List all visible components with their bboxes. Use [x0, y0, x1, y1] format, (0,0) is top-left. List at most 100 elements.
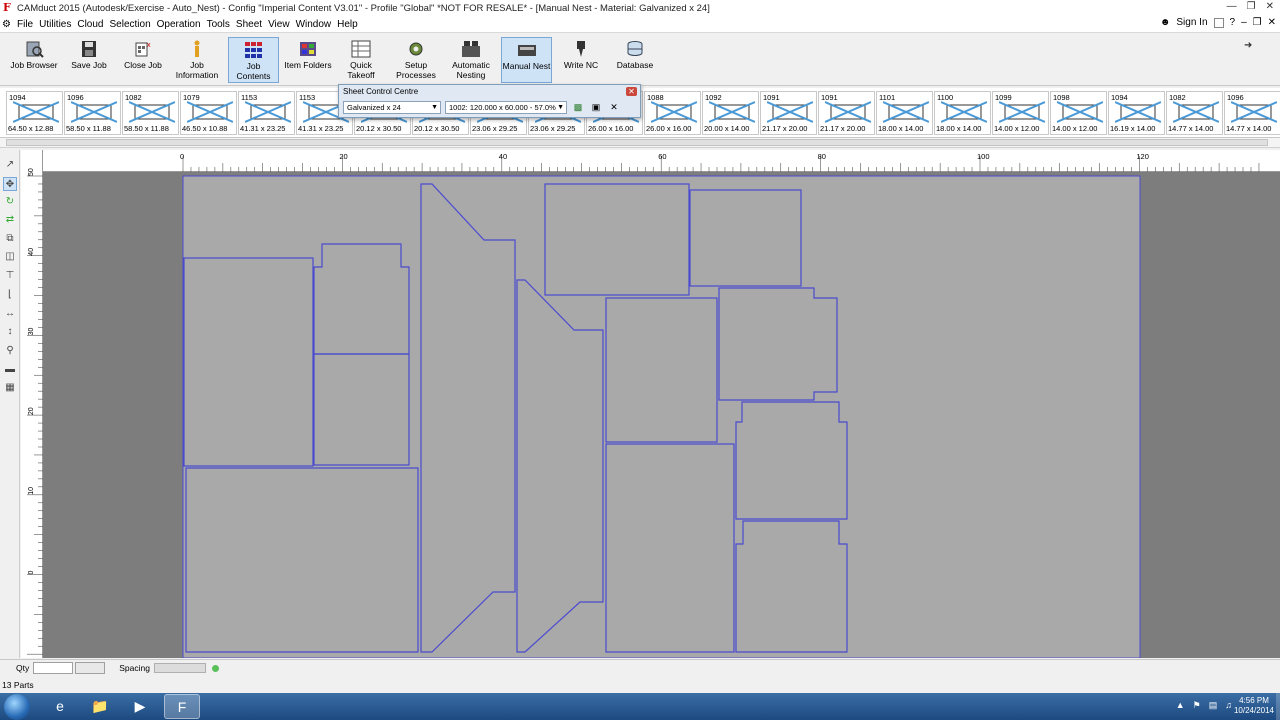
- media-player-icon[interactable]: ▶: [122, 694, 158, 719]
- part-thumbnail[interactable]: 1099 14.00 x 12.00: [992, 91, 1049, 135]
- horizontal-move-icon[interactable]: ↔: [3, 307, 17, 321]
- menu-selection[interactable]: Selection: [107, 19, 154, 30]
- mdi-restore-icon[interactable]: ❐: [1253, 17, 1262, 28]
- automatic-nesting-button[interactable]: Automatic Nesting: [446, 37, 496, 83]
- menu-cloud[interactable]: Cloud: [74, 19, 106, 30]
- job-contents-button[interactable]: Job Contents: [228, 37, 279, 83]
- part-thumbnail[interactable]: 1088 26.00 x 16.00: [644, 91, 701, 135]
- save-job-button[interactable]: Save Job: [66, 37, 112, 83]
- help-icon[interactable]: ?: [1230, 17, 1236, 28]
- explorer-icon[interactable]: 📁: [82, 694, 118, 719]
- job-browser-button[interactable]: Job Browser: [6, 37, 62, 83]
- write-nc-icon: [577, 41, 585, 57]
- part-thumbnail[interactable]: 1091 21.17 x 20.00: [760, 91, 817, 135]
- part-thumbnail[interactable]: 1091 21.17 x 20.00: [818, 91, 875, 135]
- vertical-move-icon[interactable]: ↕: [3, 325, 17, 339]
- start-button[interactable]: [4, 694, 30, 720]
- flag-icon[interactable]: ⚑: [1193, 700, 1201, 711]
- minimize-icon[interactable]: —: [1227, 1, 1237, 12]
- part-thumbnail[interactable]: 1082 14.77 x 14.00: [1166, 91, 1223, 135]
- menu-tools[interactable]: Tools: [204, 19, 233, 30]
- setup-processes-button[interactable]: Setup Processes: [392, 37, 440, 83]
- menu-help[interactable]: Help: [334, 19, 361, 30]
- chevron-down-icon: ▼: [431, 104, 438, 111]
- part-thumbnail[interactable]: 1096 58.50 x 11.88: [64, 91, 121, 135]
- menu-sheet[interactable]: Sheet: [233, 19, 265, 30]
- part-preview: [709, 101, 755, 123]
- system-menu-icon[interactable]: ⚙: [2, 19, 14, 30]
- scrollbar-thumb[interactable]: [6, 139, 1268, 146]
- part-thumbnail[interactable]: 1092 20.00 x 14.00: [702, 91, 759, 135]
- mdi-close-icon[interactable]: ✕: [1268, 17, 1276, 28]
- nest-canvas[interactable]: [43, 172, 1280, 658]
- part-thumbnail[interactable]: 1094 16.19 x 14.00: [1108, 91, 1165, 135]
- part-thumbnail[interactable]: 1082 58.50 x 11.88: [122, 91, 179, 135]
- sheet-value: 1002: 120.000 x 60.000 - 57.0%: [449, 103, 556, 112]
- panel-icon[interactable]: [1213, 17, 1224, 28]
- close-icon[interactable]: ✕: [1266, 1, 1274, 12]
- menu-operation[interactable]: Operation: [154, 19, 204, 30]
- ie-icon[interactable]: e: [42, 694, 78, 719]
- sheet-control-close-icon[interactable]: ✕: [626, 87, 637, 96]
- remove-sheet-icon[interactable]: ✕: [607, 101, 621, 114]
- part-thumbnail[interactable]: 1094 64.50 x 12.88: [6, 91, 63, 135]
- network-icon[interactable]: ▤: [1209, 700, 1218, 711]
- part-thumbnail[interactable]: 1100 18.00 x 14.00: [934, 91, 991, 135]
- part-thumbnail[interactable]: 1101 18.00 x 14.00: [876, 91, 933, 135]
- select-arrow-icon[interactable]: ↗: [3, 158, 17, 172]
- sheet-control-title[interactable]: Sheet Control Centre: [339, 85, 640, 98]
- part-thumbnail[interactable]: 1098 14.00 x 12.00: [1050, 91, 1107, 135]
- qty-stepper[interactable]: [75, 662, 106, 674]
- app-icon[interactable]: F: [3, 2, 15, 14]
- part-dimensions: 18.00 x 14.00: [878, 124, 924, 133]
- menu-file[interactable]: File: [14, 19, 36, 30]
- snap-icon[interactable]: ⊤: [3, 269, 17, 283]
- move-icon[interactable]: ✥: [3, 177, 17, 191]
- volume-icon[interactable]: ♫: [1225, 700, 1232, 711]
- restore-icon[interactable]: ❐: [1247, 1, 1256, 12]
- menu-window[interactable]: Window: [293, 19, 335, 30]
- sheet-settings-icon[interactable]: ▣: [589, 101, 603, 114]
- database-icon: [627, 41, 643, 56]
- rotate-icon[interactable]: ↻: [3, 195, 17, 209]
- zoom-icon[interactable]: ⚲: [3, 344, 17, 358]
- part-preview: [883, 101, 929, 123]
- parts-strip-scrollbar[interactable]: [0, 138, 1280, 148]
- part-dimensions: 20.00 x 14.00: [704, 124, 750, 133]
- part-thumbnail[interactable]: 1096 14.77 x 14.00: [1224, 91, 1280, 135]
- spacing-input[interactable]: [153, 663, 206, 673]
- material-select[interactable]: Galvanized x 24 ▼: [343, 101, 441, 114]
- sign-in-link[interactable]: Sign In: [1176, 17, 1207, 28]
- part-dimensions: 14.77 x 14.00: [1168, 124, 1214, 133]
- show-desktop-button[interactable]: [1276, 693, 1280, 720]
- bracket-icon[interactable]: ⌊: [3, 288, 17, 302]
- qty-input[interactable]: [33, 662, 74, 674]
- add-sheet-icon[interactable]: ▩: [571, 101, 585, 114]
- clock[interactable]: 4:56 PM 10/24/2014: [1234, 696, 1274, 716]
- job-browser-label: Job Browser: [10, 60, 58, 70]
- copy-icon[interactable]: ⧉: [3, 232, 17, 246]
- measure-icon[interactable]: ▬: [3, 363, 17, 377]
- nest-drawing[interactable]: [43, 172, 1280, 658]
- taskbar: e 📁 ▶ F ▲ ⚑ ▤ ♫ 4:56 PM 10/24/2014: [0, 693, 1280, 720]
- flip-icon[interactable]: ⇄: [3, 213, 17, 227]
- tray-expand-icon[interactable]: ▲: [1176, 700, 1185, 711]
- menu-view[interactable]: View: [265, 19, 293, 30]
- properties-icon[interactable]: ▦: [3, 381, 17, 395]
- quick-takeoff-button[interactable]: Quick Takeoff: [338, 37, 384, 83]
- part-thumbnail[interactable]: 1079 46.50 x 10.88: [180, 91, 237, 135]
- part-dimensions: 46.50 x 10.88: [182, 124, 228, 133]
- manual-nest-button[interactable]: Manual Nest: [501, 37, 552, 83]
- mdi-minimize-icon[interactable]: –: [1241, 17, 1247, 28]
- close-job-button[interactable]: x Close Job: [118, 37, 168, 83]
- camduct-taskbar-icon[interactable]: F: [164, 694, 200, 719]
- part-preview: [825, 101, 871, 123]
- part-thumbnail[interactable]: 1153 41.31 x 23.25: [238, 91, 295, 135]
- database-button[interactable]: Database: [612, 37, 658, 83]
- sheet-select[interactable]: 1002: 120.000 x 60.000 - 57.0% ▼: [445, 101, 567, 114]
- menu-utilities[interactable]: Utilities: [36, 19, 74, 30]
- align-icon[interactable]: ◫: [3, 250, 17, 264]
- job-information-button[interactable]: Job Information: [172, 37, 222, 83]
- item-folders-button[interactable]: Item Folders: [283, 37, 333, 83]
- write-nc-button[interactable]: Write NC: [558, 37, 604, 83]
